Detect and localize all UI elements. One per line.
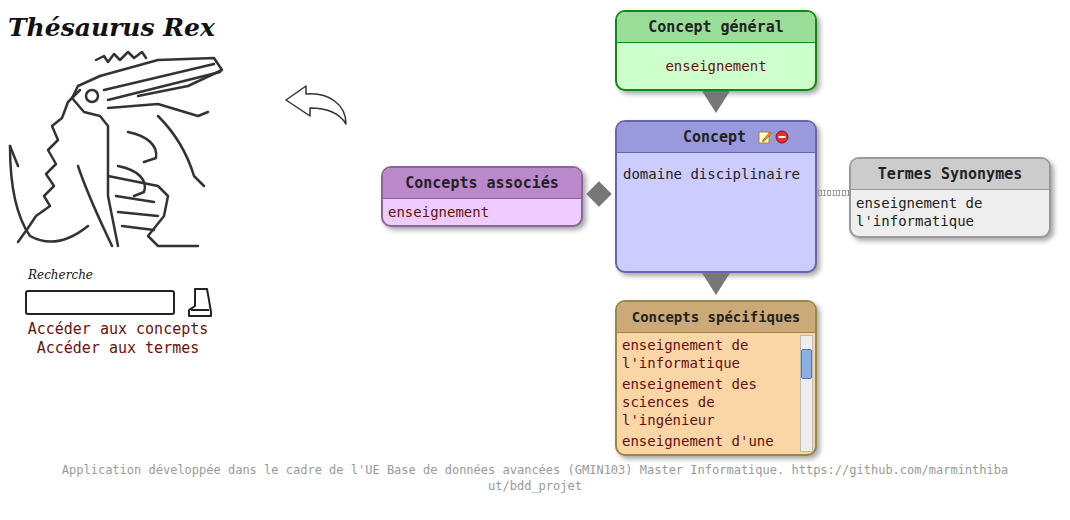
association-diamond <box>586 181 611 206</box>
synonym-item[interactable]: enseignement de l'informatique <box>851 190 1049 236</box>
nav-links: Accéder aux conceptsAccéder aux termes <box>8 320 228 358</box>
specific-concept-item[interactable]: enseignement des sciences de l'ingénieur <box>622 375 795 429</box>
nav-link[interactable]: Accéder aux concepts <box>28 320 209 339</box>
card-title: Concept <box>683 126 746 149</box>
concept-card: Concept domaine disciplinaire <box>615 120 817 273</box>
edit-icon[interactable] <box>758 130 772 144</box>
general-concept-card: Concept général enseignement <box>615 10 817 91</box>
synonym-connector <box>818 190 850 196</box>
card-header: Concepts spécifiques <box>617 302 815 333</box>
left-column: Thésaurus Rex Recherche Accéder aux concep… <box>0 0 240 462</box>
main-area: Thésaurus Rex Recherche Accéder aux concep… <box>0 0 1070 462</box>
associated-concept-item[interactable]: enseignement <box>383 199 581 221</box>
specific-list: enseignement de l'informatiqueenseigneme… <box>617 333 815 454</box>
associated-concepts-card: Concepts associésenseignement <box>381 166 583 227</box>
specific-concept-item[interactable]: enseignement de l'informatique <box>622 336 795 372</box>
back-arrow-icon[interactable] <box>284 84 350 130</box>
general-concept-item[interactable]: enseignement <box>617 57 815 75</box>
logo-drawing <box>8 46 240 248</box>
dinosaur-logo-icon <box>8 46 234 248</box>
concept-name: domaine disciplinaire <box>617 153 815 183</box>
card-header: Concept général <box>617 12 815 43</box>
specific-concept-item[interactable]: enseignement d'une <box>622 432 795 450</box>
page: Thésaurus Rex Recherche Accéder aux concep… <box>0 0 1070 520</box>
footer: Application développée dans le cadre de … <box>0 462 1070 494</box>
synonyms-card: Termes Synonymesenseignement de l'inform… <box>849 157 1051 238</box>
logo-title: Thésaurus Rex <box>8 12 240 44</box>
card-header: Concepts associés <box>383 168 581 199</box>
arrow-down-icon <box>702 273 730 295</box>
search-label: Recherche <box>28 268 240 282</box>
arrow-down-icon <box>702 91 730 113</box>
delete-icon[interactable] <box>775 130 789 144</box>
search-row <box>25 286 240 318</box>
search-input[interactable] <box>25 290 175 315</box>
diagram: Concept général enseignement Concept domain… <box>240 0 1070 462</box>
card-header: Termes Synonymes <box>851 159 1049 190</box>
scroll-thumb[interactable] <box>801 349 812 379</box>
search-button-icon[interactable] <box>187 286 213 318</box>
nav-link[interactable]: Accéder aux termes <box>37 339 200 358</box>
scrollbar[interactable] <box>800 335 813 452</box>
card-header: Concept <box>617 122 815 153</box>
specific-concepts-card: Concepts spécifiquesenseignement de l'in… <box>615 300 817 456</box>
